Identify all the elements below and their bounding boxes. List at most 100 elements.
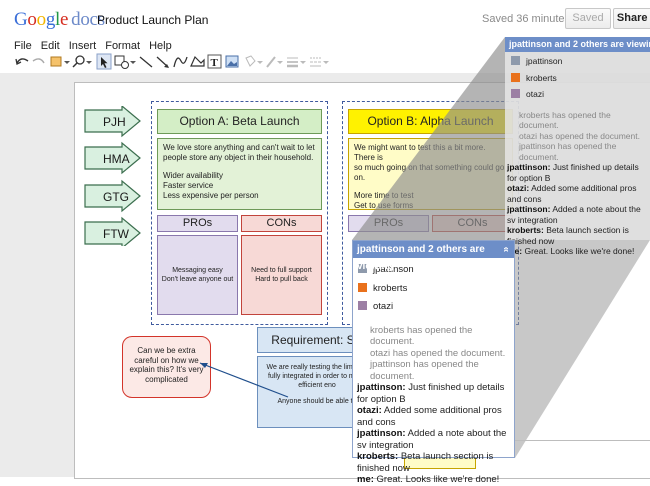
collapse-chat-icon[interactable]: » (498, 247, 515, 253)
menu-bar: File Edit Insert Format Help (14, 40, 181, 52)
chat-system-line: otazi has opened the document. (370, 347, 506, 359)
line-color-icon[interactable] (266, 56, 283, 68)
option-b-pros-header[interactable]: PROs (348, 215, 429, 232)
chat-message-text: Great. Looks like we're done! (522, 246, 635, 256)
text-line: careful on how we (134, 355, 199, 365)
option-a-pros-body[interactable]: Messaging easy Don't leave anyone out (157, 235, 238, 315)
text-line: Don't leave anyone out (161, 276, 234, 283)
chat-user: jpattinson (511, 56, 646, 67)
logo-letter: o (27, 9, 37, 30)
text-line: so much going on that something could go… (354, 163, 505, 182)
logo-letter: o (36, 9, 47, 30)
chat-user: kroberts (511, 72, 646, 84)
chat-body: jpattinson kroberts otazi kroberts has o… (505, 52, 650, 256)
text-line: Need to full support (251, 267, 312, 274)
chat-message: me: Great. Looks like we're done! (507, 246, 646, 257)
line-dash-icon[interactable] (310, 57, 329, 67)
option-a-description[interactable]: We love store anything and can't wait to… (157, 138, 322, 210)
option-b-cons-header[interactable]: CONs (432, 215, 513, 232)
logo-letter: e (60, 9, 69, 30)
chat-message-user: me: (357, 474, 374, 485)
text-line: Get to use forms (354, 201, 414, 210)
chat-message-user: kroberts: (357, 451, 399, 462)
svg-text:T: T (211, 57, 219, 69)
chat-message: me: Great. Looks like we're done! (357, 474, 510, 486)
curve-icon[interactable] (173, 56, 188, 68)
logo-letter: g (45, 9, 56, 30)
document-title[interactable]: Product Launch Plan (97, 13, 208, 27)
option-b-description[interactable]: We might want to test this a bit more. T… (348, 138, 513, 210)
text-line: Wider availability (163, 171, 224, 180)
fill-color-icon[interactable] (245, 55, 263, 67)
chat-user-name: otazi (373, 301, 394, 312)
saved-button[interactable]: Saved (565, 8, 611, 29)
image-icon[interactable] (225, 55, 239, 68)
user-color-swatch (511, 56, 520, 65)
polyline-icon[interactable] (190, 55, 205, 67)
text-line: Messaging easy (172, 267, 223, 274)
undo-icon[interactable] (15, 58, 29, 65)
chat-user: kroberts (358, 282, 510, 295)
chat-message-user: otazi: (507, 183, 530, 193)
chat-header[interactable]: jpattinson and 2 others are viewing » (353, 241, 515, 272)
zoom-icon[interactable] (72, 55, 92, 68)
user-color-swatch (511, 72, 520, 82)
arrow-label: FTW (103, 227, 129, 241)
chat-system-line: jpattinson has opened the document. (519, 141, 617, 162)
chat-user-name: kroberts (373, 282, 408, 294)
chat-user: otazi (511, 89, 646, 100)
user-color-swatch (358, 301, 367, 310)
app-header: Google docs Product Launch Plan Saved 36 … (0, 0, 650, 36)
shape-fill-icon[interactable] (50, 56, 70, 67)
chat-user: otazi (358, 301, 510, 313)
chat-message: otazi: Added some additional pros and co… (507, 183, 646, 204)
option-a-pros-header[interactable]: PROs (157, 215, 238, 232)
select-icon[interactable] (96, 53, 112, 70)
text-line: More time to test (354, 191, 414, 200)
arrow-label: HMA (103, 152, 130, 166)
text-line: complicated (145, 374, 188, 384)
chat-message-text: Great. Looks like we're done! (373, 474, 500, 485)
option-b-title[interactable]: Option B: Alpha Launch (348, 109, 513, 134)
chat-body: jpattinson kroberts otazi kroberts has o… (353, 258, 514, 486)
arrow-icon[interactable] (156, 56, 169, 68)
chat-system-line: otazi has opened the document. (519, 130, 640, 141)
chat-user-name: otazi (526, 89, 544, 99)
chat-message-user: otazi: (357, 405, 382, 416)
share-button[interactable]: Share ▾ (613, 8, 650, 29)
line-weight-icon[interactable] (287, 57, 306, 68)
arrow-label: PJH (103, 115, 126, 129)
menu-edit[interactable]: Edit (41, 40, 60, 52)
logo-letter: G (14, 9, 28, 30)
chat-message: kroberts: Beta launch section is finishe… (507, 225, 646, 246)
text-line: Faster service (163, 181, 214, 190)
google-docs-logo[interactable]: Google docs (14, 9, 105, 31)
menu-insert[interactable]: Insert (69, 40, 97, 52)
text-line: people store any object in their househo… (163, 153, 314, 162)
option-a-cons-header[interactable]: CONs (241, 215, 322, 232)
menu-file[interactable]: File (14, 40, 32, 52)
text-line: Can we be extra (137, 346, 196, 355)
text-icon[interactable]: T (207, 54, 222, 69)
chat-user-name: jpattinson (526, 56, 563, 66)
page-edge-line (515, 440, 650, 441)
connector-arrow[interactable] (195, 355, 295, 405)
chat-message: jpattinson: Just finished up details for… (357, 382, 510, 405)
chat-message-user: jpattinson: (357, 382, 406, 393)
menu-help[interactable]: Help (149, 40, 172, 52)
chat-system-line: kroberts has opened the document. (519, 109, 611, 131)
chat-message: jpattinson: Just finished up details for… (507, 162, 646, 183)
chat-panel-small: jpattinson and 2 others are viewing jpat… (505, 37, 650, 256)
menu-format[interactable]: Format (105, 40, 140, 52)
shape-icon[interactable] (114, 55, 136, 69)
chat-system-line: kroberts has opened the document. (370, 324, 473, 348)
text-line: Hard to pull back (255, 276, 308, 283)
option-a-cons-body[interactable]: Need to full support Hard to pull back (241, 235, 322, 315)
chat-message-user: jpattinson: (507, 204, 551, 214)
option-a-title[interactable]: Option A: Beta Launch (157, 109, 322, 134)
chat-user-name: kroberts (526, 72, 557, 83)
line-icon[interactable] (139, 56, 153, 68)
chat-header[interactable]: jpattinson and 2 others are viewing (505, 37, 650, 52)
text-line: Less expensive per person (163, 191, 259, 200)
redo-icon[interactable] (32, 58, 45, 64)
